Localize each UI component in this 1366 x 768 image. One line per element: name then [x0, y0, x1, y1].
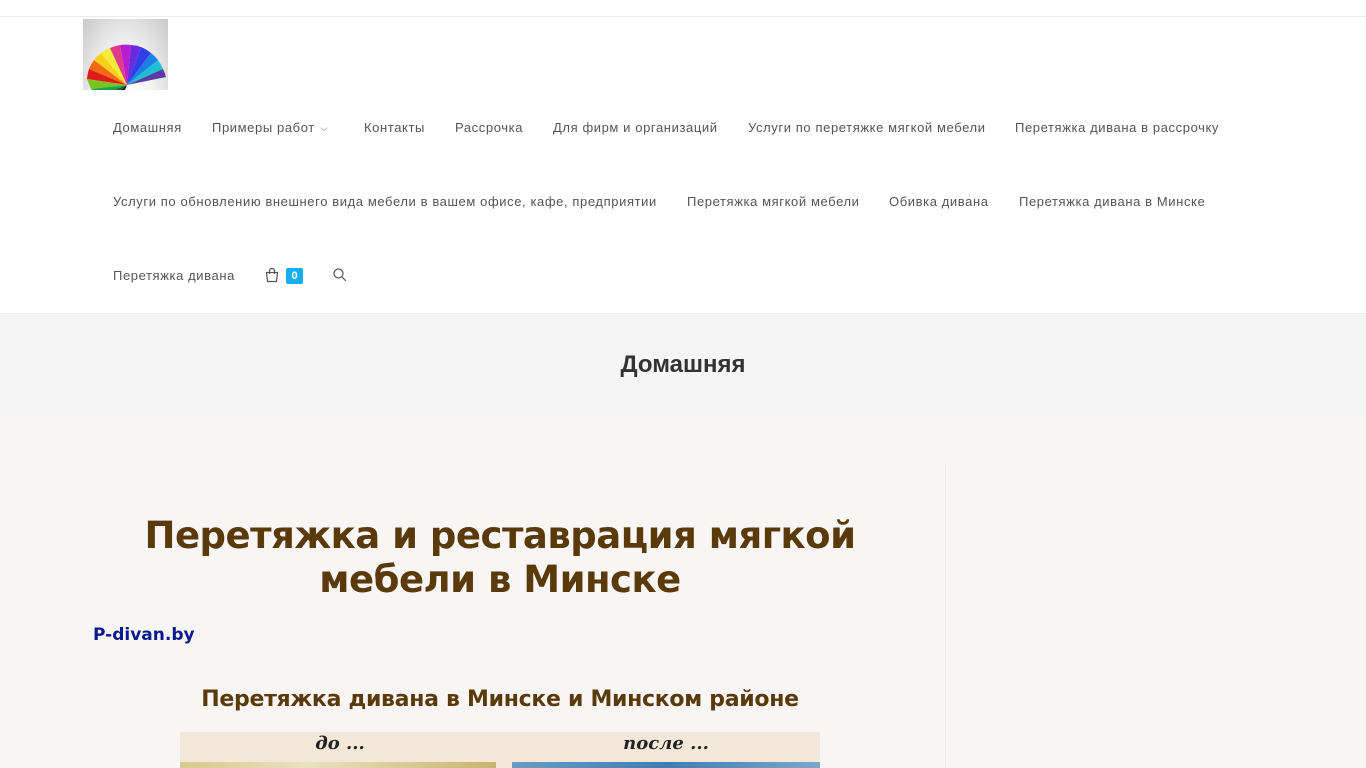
before-photo — [180, 762, 496, 768]
site-link[interactable]: P-divan.by — [93, 624, 195, 646]
nav-item-sofa-minsk[interactable]: Перетяжка дивана в Минске — [1019, 194, 1205, 210]
site-header: Домашняя Примеры работ ⌵ Контакты Рассроч… — [0, 17, 1366, 313]
nav-item-label: Примеры работ — [212, 120, 315, 135]
page-header-band: Домашняя — [0, 313, 1366, 416]
before-after-image: до ... после ... — [180, 732, 820, 768]
page-title: Домашняя — [620, 351, 746, 378]
sidebar-divider — [945, 464, 946, 768]
nav-item-installments[interactable]: Рассрочка — [455, 120, 523, 136]
sub-heading: Перетяжка дивана в Минске и Минском райо… — [201, 687, 799, 712]
before-label: до ... — [315, 733, 365, 754]
nav-item-sofa-reupholstery[interactable]: Перетяжка дивана — [113, 268, 235, 284]
main-heading: Перетяжка и реставрация мягкой мебели в … — [144, 514, 857, 601]
main-content: Перетяжка и реставрация мягкой мебели в … — [0, 416, 1366, 768]
search-icon — [333, 268, 347, 282]
top-bar — [0, 0, 1366, 17]
nav-item-sofa-upholstery[interactable]: Обивка дивана — [889, 194, 989, 210]
cart-count-badge: 0 — [286, 268, 303, 284]
nav-item-soft-furniture-reupholstery[interactable]: Перетяжка мягкой мебели — [687, 194, 860, 210]
nav-item-for-companies[interactable]: Для фирм и организаций — [553, 120, 718, 136]
nav-item-upholstery-services[interactable]: Услуги по перетяжке мягкой мебели — [748, 120, 986, 136]
after-label: после ... — [623, 733, 709, 754]
chevron-down-icon: ⌵ — [320, 123, 329, 133]
search-button[interactable] — [332, 267, 348, 283]
site-logo[interactable] — [83, 19, 168, 90]
cart-button[interactable]: 0 — [264, 267, 304, 287]
nav-item-office-furniture-renewal[interactable]: Услуги по обновлению внешнего вида мебел… — [113, 194, 657, 210]
shopping-bag-icon — [265, 267, 279, 283]
nav-item-contacts[interactable]: Контакты — [364, 120, 425, 136]
color-fan-logo-icon — [87, 44, 166, 90]
nav-item-work-examples[interactable]: Примеры работ ⌵ — [212, 120, 328, 136]
nav-item-home[interactable]: Домашняя — [113, 120, 182, 136]
after-photo — [512, 762, 820, 768]
nav-item-sofa-installments[interactable]: Перетяжка дивана в рассрочку — [1015, 120, 1219, 136]
